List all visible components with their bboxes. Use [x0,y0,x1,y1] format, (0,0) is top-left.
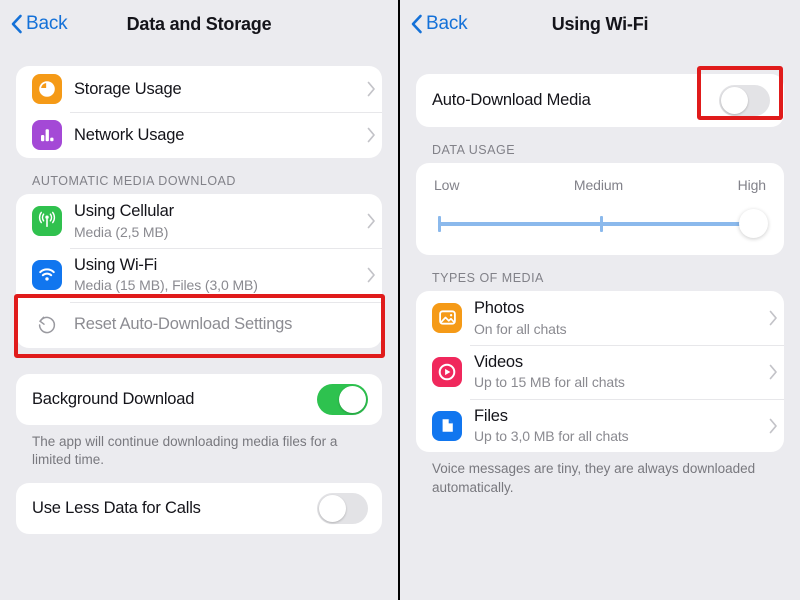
auto-download-media-card: Auto-Download Media [416,74,784,127]
cellular-antenna-icon [32,205,62,236]
row-photos[interactable]: Photos On for all chats [416,291,784,345]
toggle-knob [319,495,346,523]
left-screen-data-and-storage: Back Data and Storage Storage Usage Netw… [0,0,400,600]
use-less-data-toggle[interactable] [317,493,368,525]
slider-tick-labels: Low Medium High [434,177,766,193]
slider-label-high: High [737,177,767,193]
right-navbar: Back Using Wi-Fi [400,0,800,48]
chevron-left-icon [10,14,23,34]
row-text: Videos Up to 15 MB for all chats [474,345,753,399]
row-storage-usage[interactable]: Storage Usage [16,66,382,112]
row-files[interactable]: Files Up to 3,0 MB for all chats [416,398,784,453]
video-play-icon [432,356,462,387]
types-of-media-card: Photos On for all chats Videos Up to 15 … [416,291,784,453]
use-less-data-card: Use Less Data for Calls [16,483,382,535]
slider-tick-medium [600,216,603,232]
row-use-less-data-for-calls[interactable]: Use Less Data for Calls [16,483,382,534]
auto-download-card: Using Cellular Media (2,5 MB) Using Wi-F… [16,194,382,348]
toggle-knob [339,385,366,413]
row-subtitle: Media (15 MB), Files (3,0 MB) [74,277,258,294]
wifi-icon [32,259,62,290]
chevron-right-icon [761,418,777,434]
row-text: Using Wi-Fi Media (15 MB), Files (3,0 MB… [74,248,351,302]
row-subtitle: Media (2,5 MB) [74,223,169,240]
row-background-download[interactable]: Background Download [16,374,382,425]
row-title: Using Cellular [74,202,174,220]
section-header-automatic-media-download: AUTOMATIC MEDIA DOWNLOAD [32,174,236,188]
row-network-usage[interactable]: Network Usage [16,112,382,158]
left-navbar: Back Data and Storage [0,0,398,48]
chevron-left-icon [410,14,423,34]
chevron-right-icon [761,364,777,380]
chevron-right-icon [359,127,375,143]
back-button-label: Back [26,13,68,34]
data-usage-slider-card: Low Medium High [416,163,784,255]
row-subtitle: On for all chats [474,320,567,337]
background-download-card: Background Download [16,373,382,425]
background-download-footer: The app will continue downloading media … [32,433,338,467]
background-download-toggle[interactable] [317,383,368,415]
bar-chart-icon [32,120,62,150]
row-text: Reset Auto-Download Settings [74,307,368,342]
photo-image-icon [432,302,462,333]
types-of-media-footer: Voice messages are tiny, they are always… [432,461,756,495]
row-text: Use Less Data for Calls [32,491,317,526]
back-button[interactable]: Back [410,13,468,35]
row-title: Using Wi-Fi [74,255,158,274]
row-title: Use Less Data for Calls [32,499,201,518]
section-header-data-usage: DATA USAGE [432,143,516,157]
row-text: Files Up to 3,0 MB for all chats [474,399,753,453]
row-using-cellular[interactable]: Using Cellular Media (2,5 MB) [16,194,382,248]
toggle-knob [721,87,748,114]
row-text: Auto-Download Media [432,83,719,118]
reset-counterclockwise-icon [32,310,62,340]
right-screen-using-wifi: Back Using Wi-Fi Auto-Download Media DAT… [400,0,800,600]
document-file-icon [432,410,462,441]
data-usage-slider[interactable] [438,209,768,238]
row-title: Background Download [32,389,195,408]
slider-label-medium: Medium [573,177,624,193]
chevron-right-icon [359,267,375,283]
auto-download-media-toggle[interactable] [719,85,770,116]
chevron-right-icon [359,81,375,97]
slider-thumb[interactable] [739,209,768,238]
row-title: Reset Auto-Download Settings [74,315,293,334]
row-text: Background Download [32,382,317,417]
chevron-right-icon [761,310,777,326]
pie-chart-icon [32,74,62,104]
row-title: Storage Usage [74,79,182,98]
row-videos[interactable]: Videos Up to 15 MB for all chats [416,344,784,399]
usage-card: Storage Usage Network Usage [16,66,382,158]
row-text: Storage Usage [74,72,351,107]
back-button-label: Back [426,13,468,34]
row-title: Videos [474,352,523,371]
back-button[interactable]: Back [10,13,68,35]
row-title: Files [474,406,508,425]
row-title: Auto-Download Media [432,91,591,110]
row-subtitle: Up to 15 MB for all chats [474,374,625,391]
row-using-wifi[interactable]: Using Wi-Fi Media (15 MB), Files (3,0 MB… [16,247,382,302]
row-title: Photos [474,299,525,317]
slider-tick-low [438,216,441,232]
row-reset-auto-download-settings[interactable]: Reset Auto-Download Settings [16,301,382,348]
row-title: Network Usage [74,125,185,144]
dual-screenshot-container: Back Data and Storage Storage Usage Netw… [0,0,800,600]
section-header-types-of-media: TYPES OF MEDIA [432,271,544,285]
row-text: Network Usage [74,118,351,153]
row-text: Photos On for all chats [474,291,753,345]
row-subtitle: Up to 3,0 MB for all chats [474,428,629,445]
chevron-right-icon [359,213,375,229]
row-text: Using Cellular Media (2,5 MB) [74,194,351,248]
row-auto-download-media[interactable]: Auto-Download Media [416,74,784,127]
slider-label-low: Low [434,177,460,193]
